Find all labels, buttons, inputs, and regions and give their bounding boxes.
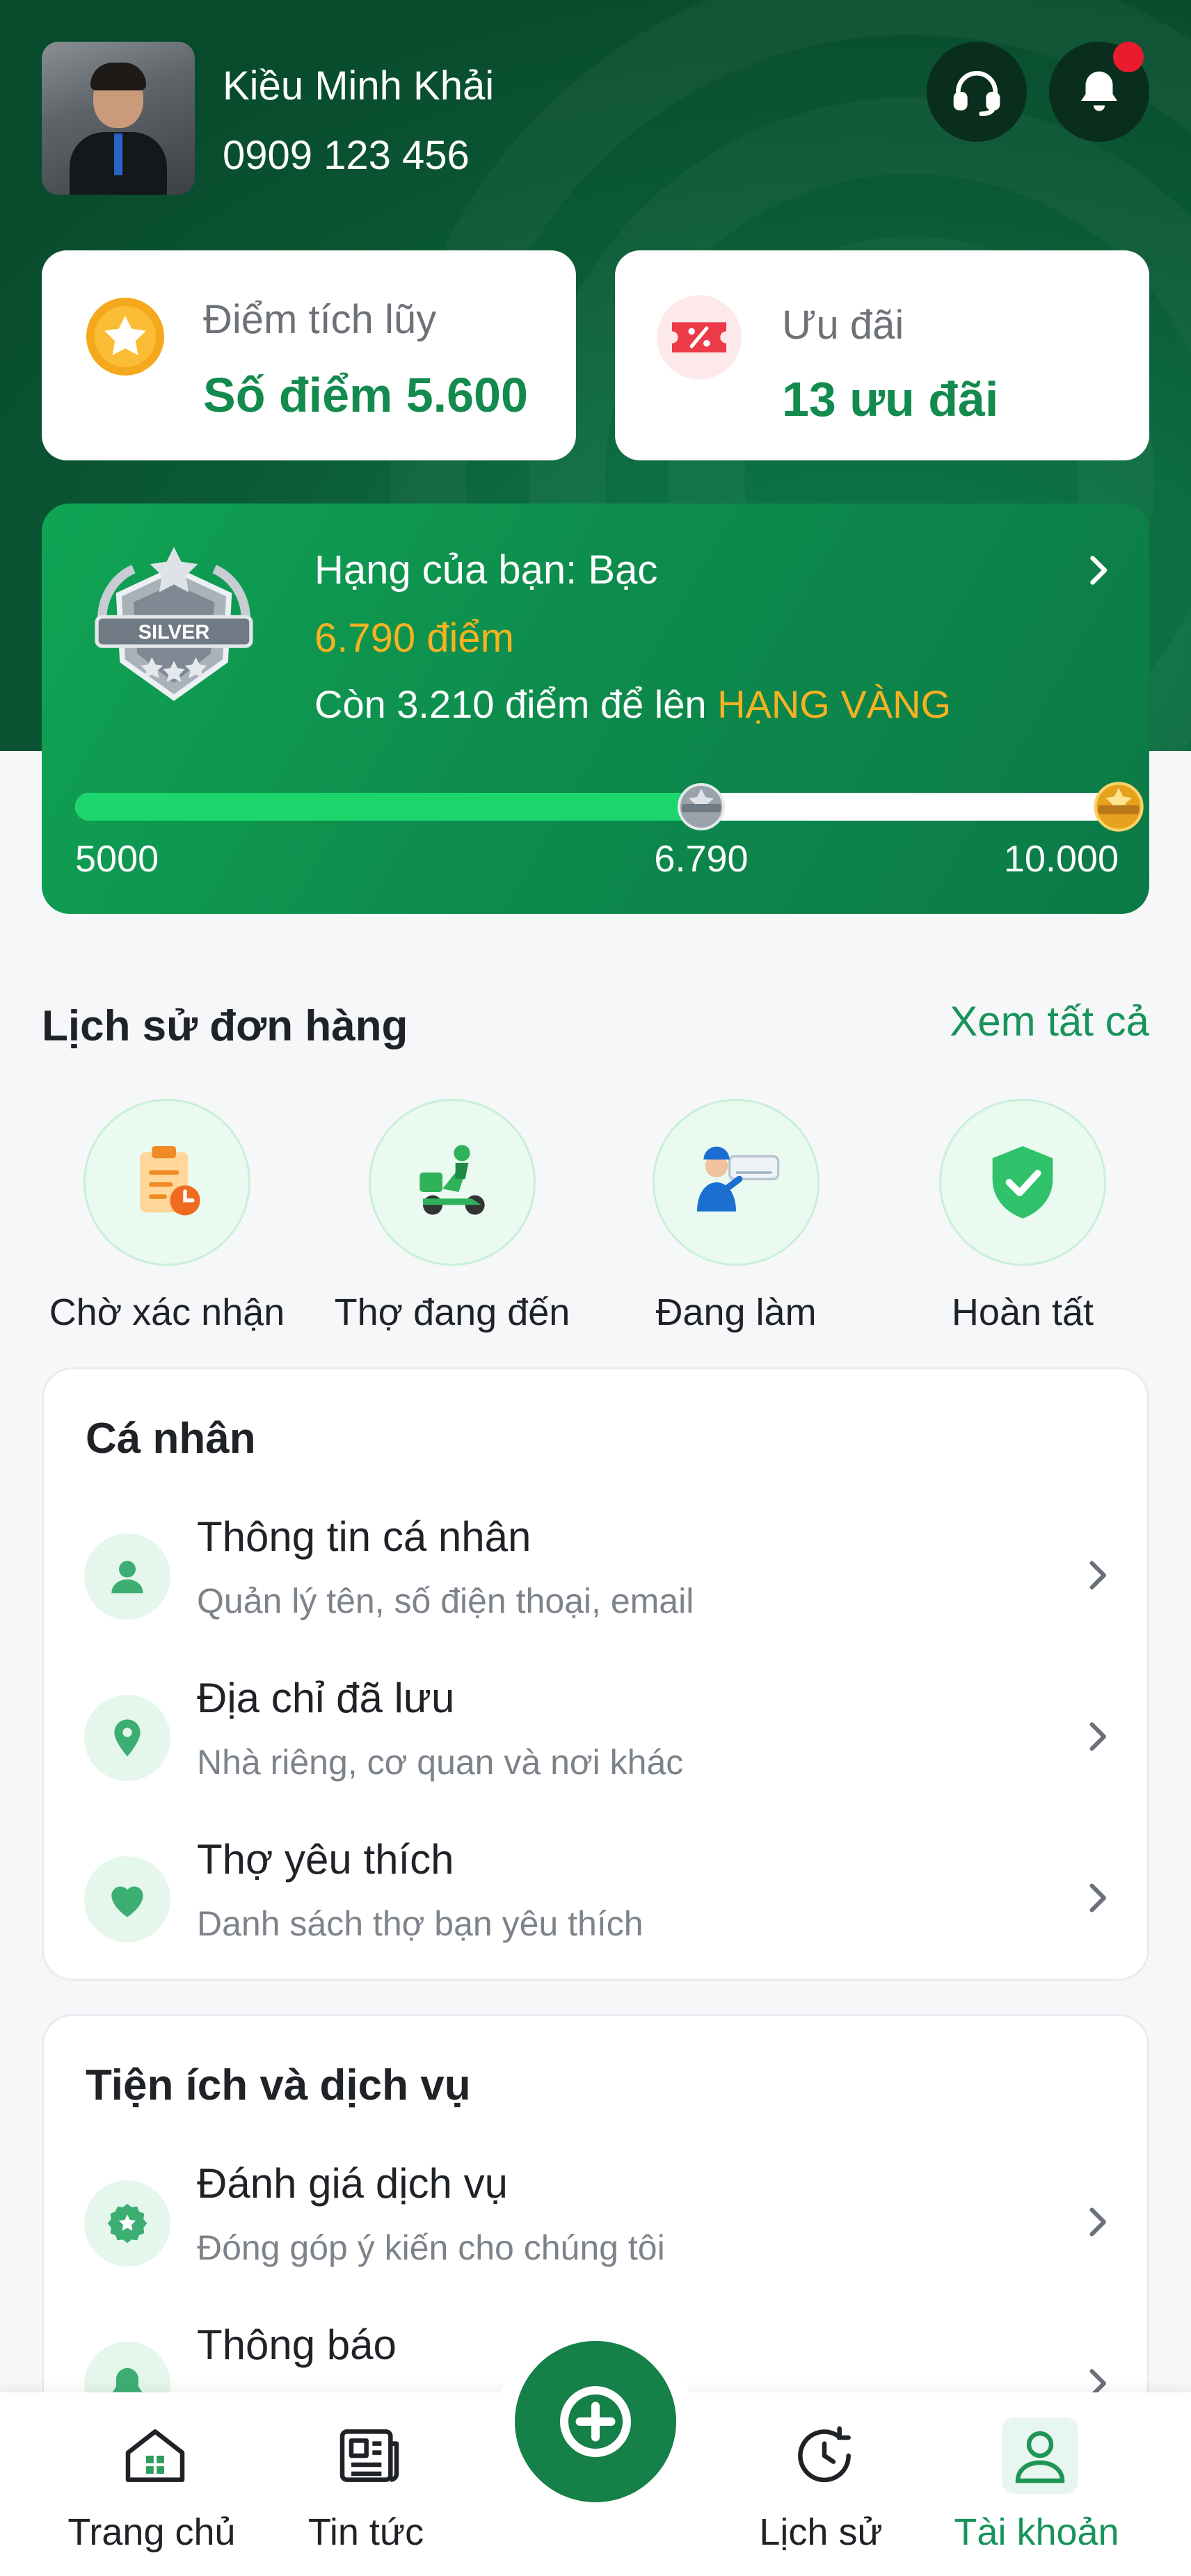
points-label: Điểm tích lũy: [203, 297, 437, 342]
rank-remaining: Còn 3.210 điểm để lên HẠNG VÀNG: [314, 682, 952, 726]
order-status-on-the-way[interactable]: Thợ đang đến: [313, 1092, 591, 1333]
progress-max-label: 10.000: [1003, 838, 1119, 880]
nav-item-home[interactable]: Trang chủ: [47, 2392, 256, 2576]
order-status-label: Chờ xác nhận: [49, 1291, 285, 1333]
clipboard-clock-icon: [140, 1146, 200, 1216]
menu-item-title: Đánh giá dịch vụ: [197, 2160, 508, 2207]
rank-progress-fill: [75, 793, 701, 821]
menu-item-subtitle: Quản lý tên, số điện thoại, email: [197, 1581, 694, 1620]
offers-label: Ưu đãi: [782, 303, 904, 348]
silver-marker-icon: [678, 783, 725, 830]
user-icon: [111, 1561, 143, 1593]
menu-item-favorite-workers[interactable]: Thợ yêu thích Danh sách thợ bạn yêu thíc…: [44, 1828, 1151, 1981]
orders-section-title: Lịch sử đơn hàng: [42, 1002, 408, 1050]
silver-badge-icon: SILVER: [95, 547, 253, 701]
rank-progress-bar: [75, 793, 1119, 821]
newspaper-icon: [339, 2429, 399, 2482]
nav-item-history[interactable]: Lịch sử: [717, 2392, 925, 2576]
personal-card-title: Cá nhân: [86, 1415, 256, 1463]
chevron-right-icon: [1089, 1883, 1106, 1913]
ac-technician-icon: [697, 1146, 780, 1211]
progress-min-label: 5000: [75, 838, 159, 880]
order-status-label: Đang làm: [655, 1291, 817, 1333]
points-card[interactable]: Điểm tích lũy Số điểm 5.600: [42, 250, 576, 460]
rank-points: 6.790 điểm: [314, 615, 514, 661]
chevron-right-icon: [1089, 1722, 1106, 1751]
menu-item-subtitle: Danh sách thợ bạn yêu thích: [197, 1904, 644, 1943]
notification-dot: [1113, 42, 1144, 72]
nav-label: Tin tức: [307, 2511, 424, 2553]
star-coin-icon: [86, 298, 164, 376]
svg-text:SILVER: SILVER: [138, 622, 210, 644]
support-button[interactable]: [927, 42, 1027, 142]
nav-item-news[interactable]: Tin tức: [262, 2392, 470, 2576]
user-phone: 0909 123 456: [223, 133, 470, 178]
points-value: Số điểm 5.600: [203, 368, 528, 422]
menu-item-title: Thông báo: [197, 2321, 397, 2368]
nav-label: Lịch sử: [759, 2511, 883, 2553]
chevron-right-icon[interactable]: [1077, 549, 1119, 591]
offers-value: 13 ưu đãi: [782, 372, 999, 426]
heart-icon: [111, 1886, 143, 1917]
home-icon: [125, 2429, 185, 2482]
account-icon: [1015, 2431, 1065, 2484]
bell-icon: [1081, 71, 1117, 111]
nav-item-account[interactable]: Tài khoản: [932, 2392, 1141, 2576]
user-name: Kiều Minh Khải: [223, 63, 495, 108]
discount-ticket-icon: [657, 295, 742, 380]
scooter-rider-icon: [419, 1145, 485, 1215]
menu-item-subtitle: Nhà riêng, cơ quan và nơi khác: [197, 1743, 684, 1782]
menu-item-personal-info[interactable]: Thông tin cá nhân Quản lý tên, số điện t…: [44, 1506, 1151, 1659]
menu-item-title: Thông tin cá nhân: [197, 1513, 531, 1560]
headset-icon: [953, 71, 1000, 117]
offers-card[interactable]: Ưu đãi 13 ưu đãi: [615, 250, 1149, 460]
menu-item-title: Thợ yêu thích: [197, 1836, 454, 1883]
fab-container: [497, 2323, 694, 2520]
menu-item-title: Địa chỉ đã lưu: [197, 1675, 455, 1721]
order-status-pending[interactable]: Chờ xác nhận: [28, 1092, 306, 1333]
notification-button[interactable]: [1049, 42, 1149, 142]
order-status-completed[interactable]: Hoàn tất: [884, 1092, 1162, 1333]
personal-card: Cá nhân Thông tin cá nhân Quản lý tên, s…: [42, 1367, 1149, 1981]
chevron-right-icon: [1089, 1561, 1106, 1590]
gold-marker-icon: [1094, 782, 1144, 832]
history-icon: [798, 2426, 851, 2483]
progress-current-label: 6.790: [654, 838, 749, 880]
rank-title: Hạng của bạn: Bạc: [314, 547, 658, 593]
avatar[interactable]: [42, 42, 195, 195]
utilities-card-title: Tiện ích và dịch vụ: [86, 2061, 471, 2109]
rank-card[interactable]: SILVER Hạng của bạn: Bạc 6.790 điểm Còn …: [42, 504, 1149, 914]
next-tier-label: HẠNG VÀNG: [717, 682, 952, 726]
create-order-button[interactable]: [515, 2341, 676, 2502]
plus-icon: [560, 2386, 631, 2457]
star-badge-icon: [107, 2203, 147, 2244]
menu-item-subtitle: Đóng góp ý kiến cho chúng tôi: [197, 2228, 665, 2267]
menu-item-saved-addresses[interactable]: Địa chỉ đã lưu Nhà riêng, cơ quan và nơi…: [44, 1667, 1151, 1820]
order-status-label: Thợ đang đến: [334, 1291, 570, 1333]
see-all-link[interactable]: Xem tất cả: [950, 997, 1149, 1045]
location-pin-icon: [114, 1719, 141, 1757]
shield-check-icon: [992, 1146, 1053, 1218]
chevron-right-icon: [1089, 2207, 1106, 2237]
order-status-label: Hoàn tất: [951, 1291, 1094, 1333]
order-status-in-progress[interactable]: Đang làm: [597, 1092, 875, 1333]
nav-label: Tài khoản: [954, 2511, 1119, 2553]
nav-label: Trang chủ: [67, 2511, 236, 2553]
menu-item-rate-service[interactable]: Đánh giá dịch vụ Đóng góp ý kiến cho chú…: [44, 2152, 1151, 2305]
